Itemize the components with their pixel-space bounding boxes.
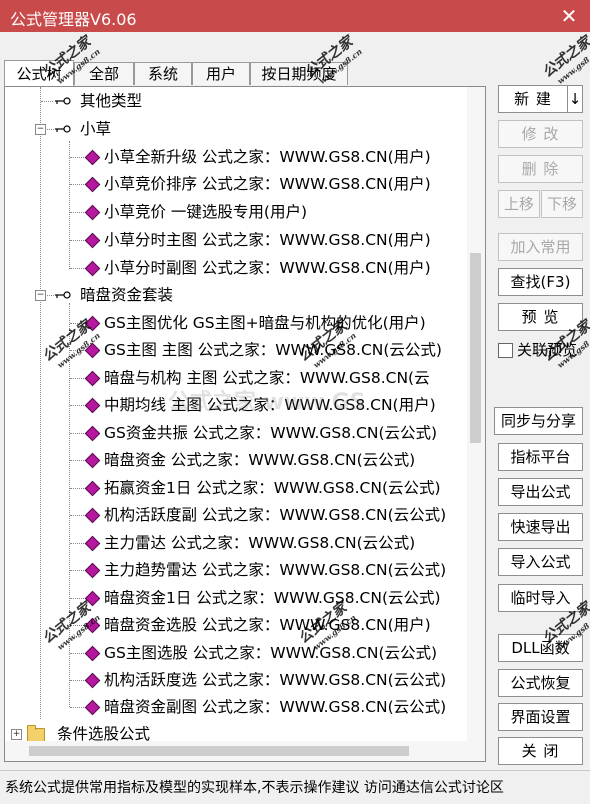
scrollbar-thumb[interactable]	[470, 253, 481, 443]
tree-branch	[70, 184, 84, 185]
tree-item[interactable]: 机构活跃度副 公式之家：WWW.GS8.CN(云公式)	[104, 502, 446, 528]
tree-branch	[70, 157, 84, 158]
folder-icon	[27, 725, 45, 742]
tree-item[interactable]: GS主图优化 GS主图+暗盘与机构的优化(用户)	[104, 310, 426, 336]
tree-item[interactable]: GS资金共振 公式之家：WWW.GS8.CN(云公式)	[104, 420, 437, 446]
tree-item[interactable]: GS主图 主图 公式之家：WWW.GS8.CN(云公式)	[104, 337, 442, 363]
formula-tree[interactable]: 其他类型 − 小草 小草全新升级 公式之家：WWW.GS8.CN(用户) 小草竞…	[4, 86, 486, 762]
tab-system[interactable]: 系统	[134, 62, 192, 85]
tree-item[interactable]: 小草	[80, 116, 111, 142]
add-to-common-button[interactable]: 加入常用	[498, 233, 583, 261]
formula-icon	[84, 232, 101, 249]
tree-branch	[70, 543, 84, 544]
tree-item[interactable]: 暗盘资金选股 公式之家：WWW.GS8.CN(用户)	[104, 612, 431, 638]
export-formula-button[interactable]: 导出公式	[498, 478, 583, 506]
formula-icon	[84, 149, 101, 166]
modify-button[interactable]: 修 改	[498, 120, 583, 148]
tree-item[interactable]: 小草全新升级 公式之家：WWW.GS8.CN(用户)	[104, 144, 431, 170]
new-button[interactable]: 新 建	[498, 85, 568, 113]
import-formula-button[interactable]: 导入公式	[498, 548, 583, 576]
tree-item[interactable]: 主力雷达 公式之家：WWW.GS8.CN(云公式)	[104, 530, 415, 556]
formula-icon	[84, 562, 101, 579]
tree-item[interactable]: 小草分时主图 公式之家：WWW.GS8.CN(用户)	[104, 227, 431, 253]
link-preview-checkbox[interactable]	[498, 343, 513, 358]
formula-icon	[84, 204, 101, 221]
formula-icon	[84, 480, 101, 497]
tree-item[interactable]: 机构活跃度选 公式之家：WWW.GS8.CN(云公式)	[104, 667, 446, 693]
tree-item[interactable]: 暗盘资金 公式之家：WWW.GS8.CN(云公式)	[104, 447, 415, 473]
tree-branch	[70, 653, 84, 654]
delete-button[interactable]: 删 除	[498, 155, 583, 183]
title-bar: 公式管理器V6.06 ✕	[0, 0, 590, 32]
close-button[interactable]: 关 闭	[498, 737, 583, 765]
tree-item[interactable]: 其他类型	[80, 88, 142, 114]
status-message: 系统公式提供常用指标及模型的实现样本,不表示操作建议 访问通达信公式讨论区	[5, 780, 504, 796]
formula-icon	[84, 397, 101, 414]
formula-icon	[84, 176, 101, 193]
scrollbar-thumb[interactable]	[29, 746, 409, 756]
key-icon	[55, 97, 71, 105]
tree-branch	[70, 488, 84, 489]
center-watermark: 公式之家 www.GS	[168, 390, 366, 415]
tree-branch	[70, 460, 84, 461]
status-bar: 系统公式提供常用指标及模型的实现样本,不表示操作建议 访问通达信公式讨论区	[0, 770, 590, 804]
formula-icon	[84, 452, 101, 469]
tree-branch	[70, 240, 84, 241]
formula-restore-button[interactable]: 公式恢复	[498, 669, 583, 697]
close-icon[interactable]: ✕	[556, 3, 582, 29]
collapse-icon[interactable]: −	[35, 124, 46, 135]
tree-item[interactable]: 主力趋势雷达 公式之家：WWW.GS8.CN(云公式)	[104, 557, 446, 583]
tree-branch	[70, 707, 84, 708]
tree-branch	[41, 101, 53, 102]
tree-item[interactable]: 小草竞价 一键选股专用(用户)	[104, 199, 307, 225]
tree-branch	[70, 680, 84, 681]
sync-share-button[interactable]: 同步与分享	[494, 407, 583, 435]
formula-icon	[84, 370, 101, 387]
tab-user[interactable]: 用户	[192, 62, 250, 85]
tree-guide-line	[69, 141, 70, 269]
formula-icon	[84, 507, 101, 524]
tree-branch	[47, 295, 54, 296]
tree-item[interactable]: 暗盘资金1日 公式之家：WWW.GS8.CN(云公式)	[104, 585, 441, 611]
tree-branch	[70, 405, 84, 406]
expand-icon[interactable]: +	[11, 729, 22, 740]
tree-item[interactable]: 暗盘资金套装	[80, 282, 173, 308]
tree-item[interactable]: 小草竞价排序 公式之家：WWW.GS8.CN(用户)	[104, 171, 431, 197]
tree-branch	[70, 433, 84, 434]
tree-branch	[70, 212, 84, 213]
tree-item[interactable]: 暗盘资金副图 公式之家：WWW.GS8.CN(云公式)	[104, 694, 446, 720]
collapse-icon[interactable]: −	[35, 290, 46, 301]
tree-branch	[70, 570, 84, 571]
tree-guide-line	[40, 87, 41, 719]
formula-icon	[84, 672, 101, 689]
tree-item[interactable]: 小草分时副图 公式之家：WWW.GS8.CN(用户)	[104, 255, 431, 281]
formula-icon	[84, 260, 101, 277]
formula-icon	[84, 699, 101, 716]
tree-branch	[70, 268, 84, 269]
quick-export-button[interactable]: 快速导出	[498, 513, 583, 541]
tree-item[interactable]: 拓赢资金1日 公式之家：WWW.GS8.CN(云公式)	[104, 475, 441, 501]
key-icon	[55, 291, 71, 299]
move-down-button[interactable]: 下移	[541, 190, 583, 218]
formula-icon	[84, 425, 101, 442]
formula-icon	[84, 645, 101, 662]
watermark-stamp: 公式之家 www.gs8.cn	[539, 33, 590, 86]
formula-icon	[84, 535, 101, 552]
vertical-scrollbar[interactable]	[467, 87, 485, 761]
window-title: 公式管理器V6.06	[10, 10, 137, 29]
tree-branch	[70, 515, 84, 516]
key-icon	[55, 125, 71, 133]
indicator-platform-button[interactable]: 指标平台	[498, 443, 583, 471]
move-up-button[interactable]: 上移	[498, 190, 540, 218]
find-button[interactable]: 查找(F3)	[498, 268, 583, 296]
tree-branch	[70, 378, 84, 379]
ui-settings-button[interactable]: 界面设置	[498, 703, 583, 731]
horizontal-scrollbar[interactable]	[5, 741, 467, 761]
tree-item[interactable]: GS主图选股 公式之家：WWW.GS8.CN(云公式)	[104, 640, 437, 666]
new-dropdown-arrow-icon[interactable]: ↓	[567, 85, 583, 113]
tree-branch	[47, 129, 54, 130]
